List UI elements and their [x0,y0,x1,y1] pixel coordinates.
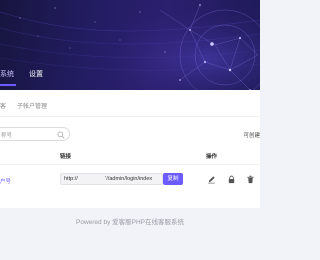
subtab-customer[interactable]: 客 [0,101,6,110]
copy-button[interactable]: 复制 [163,173,183,185]
search-icon[interactable] [57,131,65,139]
top-nav: 系统 设置 [0,64,260,86]
footer-powered-by: Powered by 爱客服PHP在线客服系统 [76,219,184,226]
edit-icon[interactable] [206,174,217,185]
delete-icon[interactable] [245,174,256,185]
login-url-text: http:// '//admin/login/index [64,176,153,182]
divider [0,116,260,117]
login-url-field[interactable]: http:// '//admin/login/index [60,173,163,185]
column-header-link: 链接 [60,154,72,160]
create-count-label: 可创建 [243,133,260,139]
tab-settings[interactable]: 设置 [29,69,43,79]
search-placeholder: 称号 [1,133,13,139]
search-input[interactable]: 称号 [0,127,70,141]
active-tab-indicator [0,84,16,86]
header-divider [0,164,260,165]
row-account-name[interactable]: 户号 [0,177,11,185]
column-header-actions: 操作 [206,154,218,160]
content-card: 客 子帐户管理 称号 可创建 链接 操作 户号 http:// '//admin… [0,90,260,208]
lock-icon[interactable] [226,174,237,185]
subtab-subaccount[interactable]: 子帐户管理 [17,101,47,110]
tab-system[interactable]: 系统 [0,69,14,79]
